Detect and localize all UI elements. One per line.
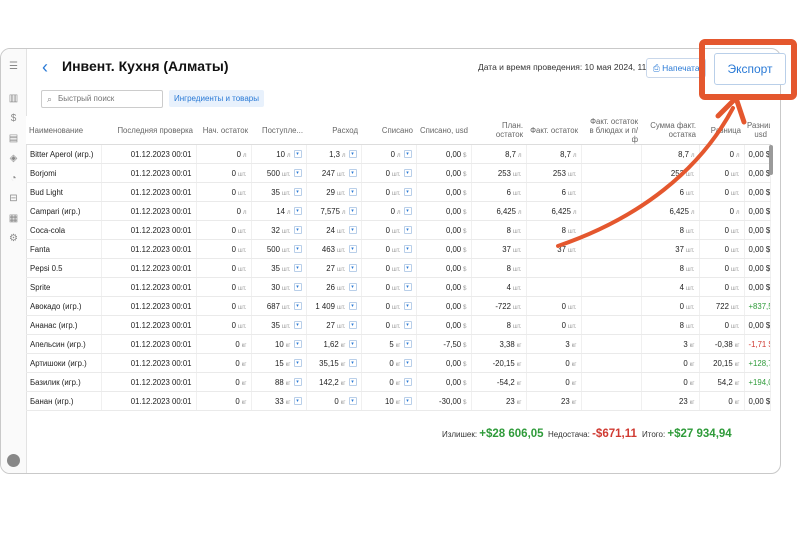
arrow-line [556,106,735,248]
export-button[interactable]: Экспорт [714,53,786,85]
annotation-arrow [556,95,747,248]
